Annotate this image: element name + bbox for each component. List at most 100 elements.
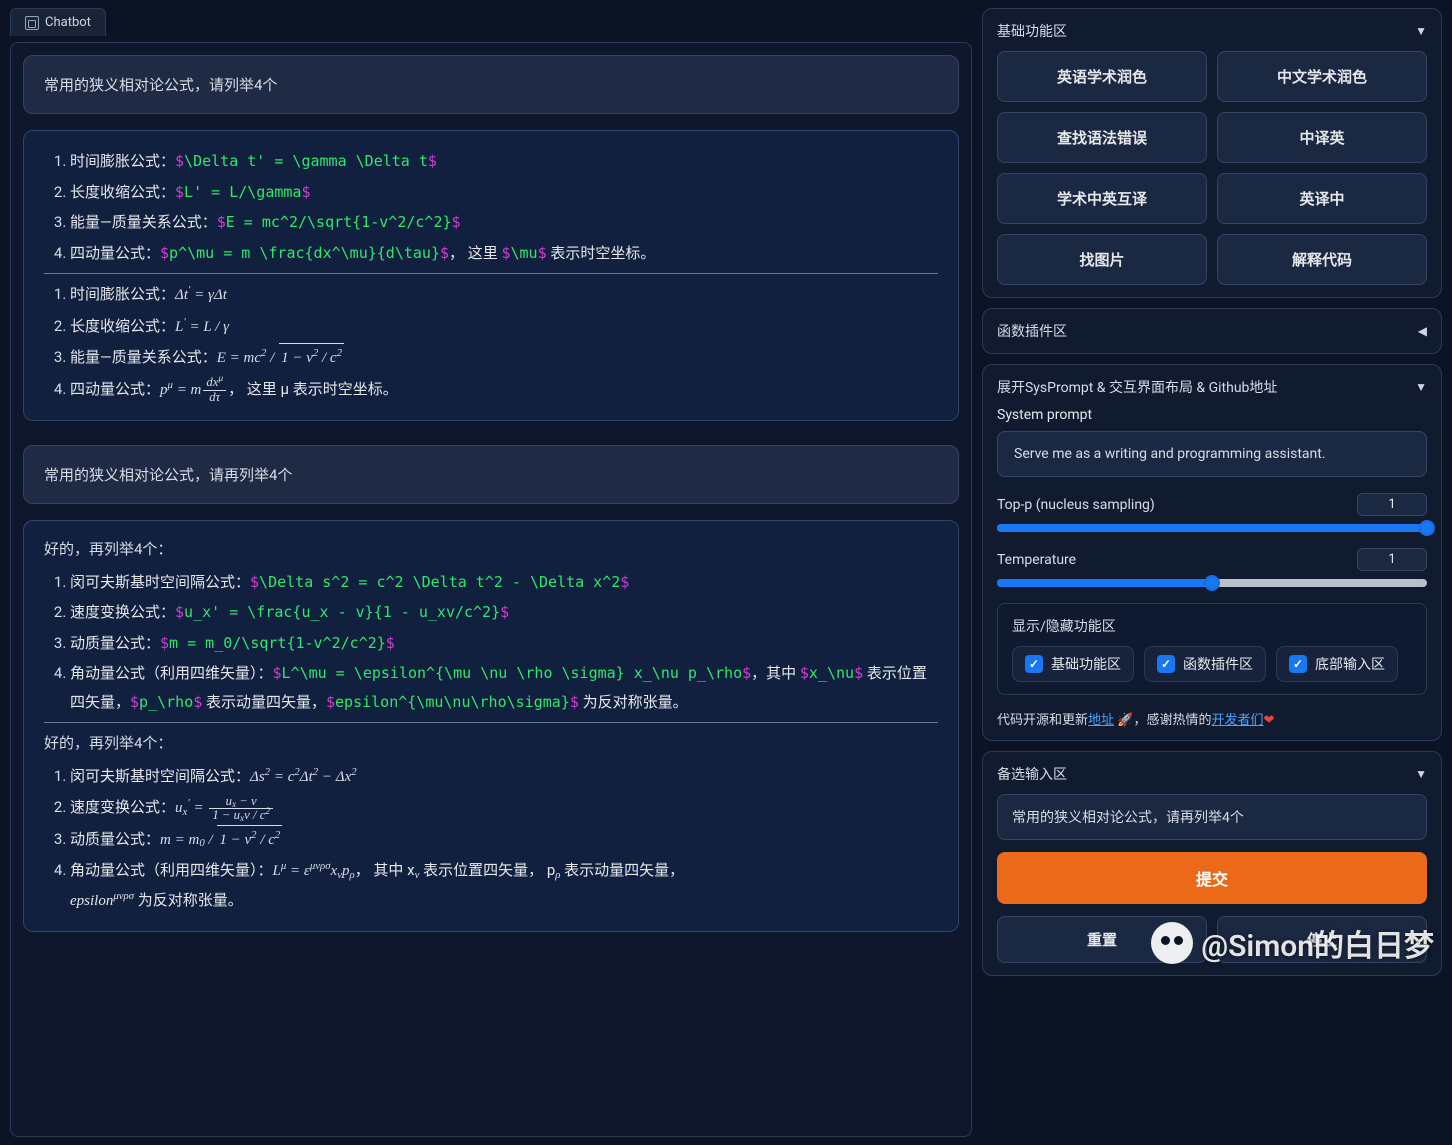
developers-link[interactable]: 开发者们: [1211, 713, 1263, 728]
function-button[interactable]: 找图片: [997, 234, 1207, 285]
topp-slider[interactable]: [997, 524, 1427, 532]
checkbox-group-title: 显示/隐藏功能区: [1012, 616, 1412, 636]
heart-icon: ❤: [1263, 713, 1274, 728]
visibility-checkbox-group: 显示/隐藏功能区 ✓ 基础功能区 ✓ 函数插件区 ✓ 底部输入区: [997, 603, 1427, 695]
formula-label: 闵可夫斯基时空间隔公式：: [70, 573, 250, 591]
chevron-left-icon: ◀: [1418, 324, 1427, 338]
chat-area[interactable]: 常用的狭义相对论公式，请列举4个 时间膨胀公式：$\Delta t' = \ga…: [10, 42, 972, 1137]
panel-title: 展开SysPrompt & 交互界面布局 & Github地址: [997, 377, 1277, 397]
topp-label: Top-p (nucleus sampling): [997, 497, 1155, 513]
formula-label: 能量—质量关系公式：: [70, 348, 217, 366]
checkbox-label: 底部输入区: [1315, 654, 1385, 674]
formula-label: 四动量公式：: [70, 244, 160, 262]
visibility-checkbox[interactable]: ✓ 底部输入区: [1276, 646, 1398, 682]
tab-label: Chatbot: [45, 15, 91, 30]
visibility-checkbox[interactable]: ✓ 函数插件区: [1144, 646, 1266, 682]
system-prompt-input[interactable]: Serve me as a writing and programming as…: [997, 431, 1427, 477]
checkbox-icon: ✓: [1289, 655, 1307, 673]
tab-chatbot[interactable]: Chatbot: [10, 8, 106, 36]
formula-label: 速度变换公式：: [70, 603, 175, 621]
formula-math: ux′ = ux − v1 − uxv / c2: [175, 800, 275, 816]
checkbox-label: 基础功能区: [1051, 654, 1121, 674]
visibility-checkbox[interactable]: ✓ 基础功能区: [1012, 646, 1134, 682]
user-message: 常用的狭义相对论公式，请列举4个: [23, 55, 959, 114]
alt-input-value: 常用的狭义相对论公式，请再列举4个: [1012, 810, 1244, 826]
formula-latex: $m = m_0/\sqrt{1-v^2/c^2}$: [160, 634, 395, 652]
system-prompt-value: Serve me as a writing and programming as…: [1014, 446, 1326, 462]
panel-header[interactable]: 备选输入区 ▼: [997, 764, 1427, 784]
chat-icon: [25, 16, 39, 30]
formula-latex: $u_x' = \frac{u_x - v}{1 - u_xv/c^2}$: [175, 603, 509, 621]
source-link[interactable]: 地址: [1088, 713, 1114, 728]
temperature-value[interactable]: 1: [1357, 548, 1427, 571]
panel-alt-input: 备选输入区 ▼ 常用的狭义相对论公式，请再列举4个 提交 重置 停止: [982, 751, 1442, 976]
formula-math: Δt′ = γΔt: [175, 287, 227, 303]
function-button[interactable]: 查找语法错误: [997, 112, 1207, 163]
formula-label: 时间膨胀公式：: [70, 152, 175, 170]
panel-function-plugins: 函数插件区 ◀: [982, 308, 1442, 354]
system-prompt-label: System prompt: [997, 407, 1427, 423]
function-button[interactable]: 中译英: [1217, 112, 1427, 163]
user-message: 常用的狭义相对论公式，请再列举4个: [23, 445, 959, 504]
formula-label: 速度变换公式：: [70, 798, 175, 816]
submit-button[interactable]: 提交: [997, 852, 1427, 904]
formula-label: 角动量公式（利用四维矢量）：: [70, 664, 273, 682]
formula-label: 四动量公式：: [70, 380, 160, 398]
topp-value[interactable]: 1: [1357, 493, 1427, 516]
panel-title: 备选输入区: [997, 764, 1067, 784]
stop-button[interactable]: 停止: [1217, 916, 1427, 963]
reset-button[interactable]: 重置: [997, 916, 1207, 963]
assistant-message: 时间膨胀公式：$\Delta t' = \gamma \Delta t$长度收缩…: [23, 130, 959, 421]
formula-math: L′ = L / γ: [175, 319, 229, 335]
user-message-text: 常用的狭义相对论公式，请再列举4个: [44, 466, 292, 484]
checkbox-label: 函数插件区: [1183, 654, 1253, 674]
formula-label: 动质量公式：: [70, 830, 160, 848]
divider: [44, 722, 938, 723]
formula-label: 动质量公式：: [70, 634, 160, 652]
user-message-text: 常用的狭义相对论公式，请列举4个: [44, 76, 277, 94]
formula-math: E = mc2 / 1 − v2 / c2: [217, 350, 344, 366]
formula-label: 角动量公式（利用四维矢量）：: [70, 861, 273, 879]
panel-basic-functions: 基础功能区 ▼ 英语学术润色中文学术润色查找语法错误中译英学术中英互译英译中找图…: [982, 8, 1442, 298]
checkbox-icon: ✓: [1157, 655, 1175, 673]
formula-latex: $p^\mu = m \frac{dx^\mu}{d\tau}$: [160, 244, 449, 262]
checkbox-icon: ✓: [1025, 655, 1043, 673]
formula-math: m = m0 / 1 − v2 / c2: [160, 832, 282, 848]
formula-latex: $E = mc^2/\sqrt{1-v^2/c^2}$: [217, 213, 461, 231]
function-button[interactable]: 学术中英互译: [997, 173, 1207, 224]
panel-header[interactable]: 函数插件区 ◀: [997, 321, 1427, 341]
divider: [44, 273, 938, 274]
chevron-down-icon: ▼: [1415, 767, 1427, 781]
function-button[interactable]: 英语学术润色: [997, 51, 1207, 102]
formula-label: 时间膨胀公式：: [70, 285, 175, 303]
function-button[interactable]: 解释代码: [1217, 234, 1427, 285]
formula-math: Lμ = εμνρσxνpρ: [273, 863, 355, 879]
formula-math: Δs2 = c2Δt2 − Δx2: [250, 769, 357, 785]
formula-label: 长度收缩公式：: [70, 183, 175, 201]
panel-title: 基础功能区: [997, 21, 1067, 41]
formula-latex: $\Delta s^2 = c^2 \Delta t^2 - \Delta x^…: [250, 573, 629, 591]
chevron-down-icon: ▼: [1415, 380, 1427, 394]
formula-latex: $L' = L/\gamma$: [175, 183, 310, 201]
function-button[interactable]: 中文学术润色: [1217, 51, 1427, 102]
temperature-label: Temperature: [997, 552, 1076, 568]
formula-suffix: ， 这里 μ 表示时空坐标。: [228, 380, 398, 398]
panel-header[interactable]: 展开SysPrompt & 交互界面布局 & Github地址 ▼: [997, 377, 1427, 397]
formula-latex: $L^\mu = \epsilon^{\mu \nu \rho \sigma} …: [273, 664, 752, 682]
panel-sysprompt-layout: 展开SysPrompt & 交互界面布局 & Github地址 ▼ System…: [982, 364, 1442, 741]
formula-math: pμ = mdxμdτ: [160, 382, 228, 398]
alt-input-field[interactable]: 常用的狭义相对论公式，请再列举4个: [997, 794, 1427, 840]
formula-label: 闵可夫斯基时空间隔公式：: [70, 767, 250, 785]
formula-latex: $\Delta t' = \gamma \Delta t$: [175, 152, 437, 170]
panel-title: 函数插件区: [997, 321, 1067, 341]
assistant-preface: 好的，再列举4个：: [44, 535, 938, 564]
assistant-preface: 好的，再列举4个：: [44, 729, 938, 758]
assistant-message: 好的，再列举4个： 闵可夫斯基时空间隔公式：$\Delta s^2 = c^2 …: [23, 520, 959, 932]
chevron-down-icon: ▼: [1415, 24, 1427, 38]
panel-header[interactable]: 基础功能区 ▼: [997, 21, 1427, 41]
function-button[interactable]: 英译中: [1217, 173, 1427, 224]
credits-line: 代码开源和更新地址 🚀，感谢热情的开发者们❤: [997, 709, 1427, 728]
formula-label: 长度收缩公式：: [70, 317, 175, 335]
temperature-slider[interactable]: [997, 579, 1427, 587]
formula-label: 能量—质量关系公式：: [70, 213, 217, 231]
